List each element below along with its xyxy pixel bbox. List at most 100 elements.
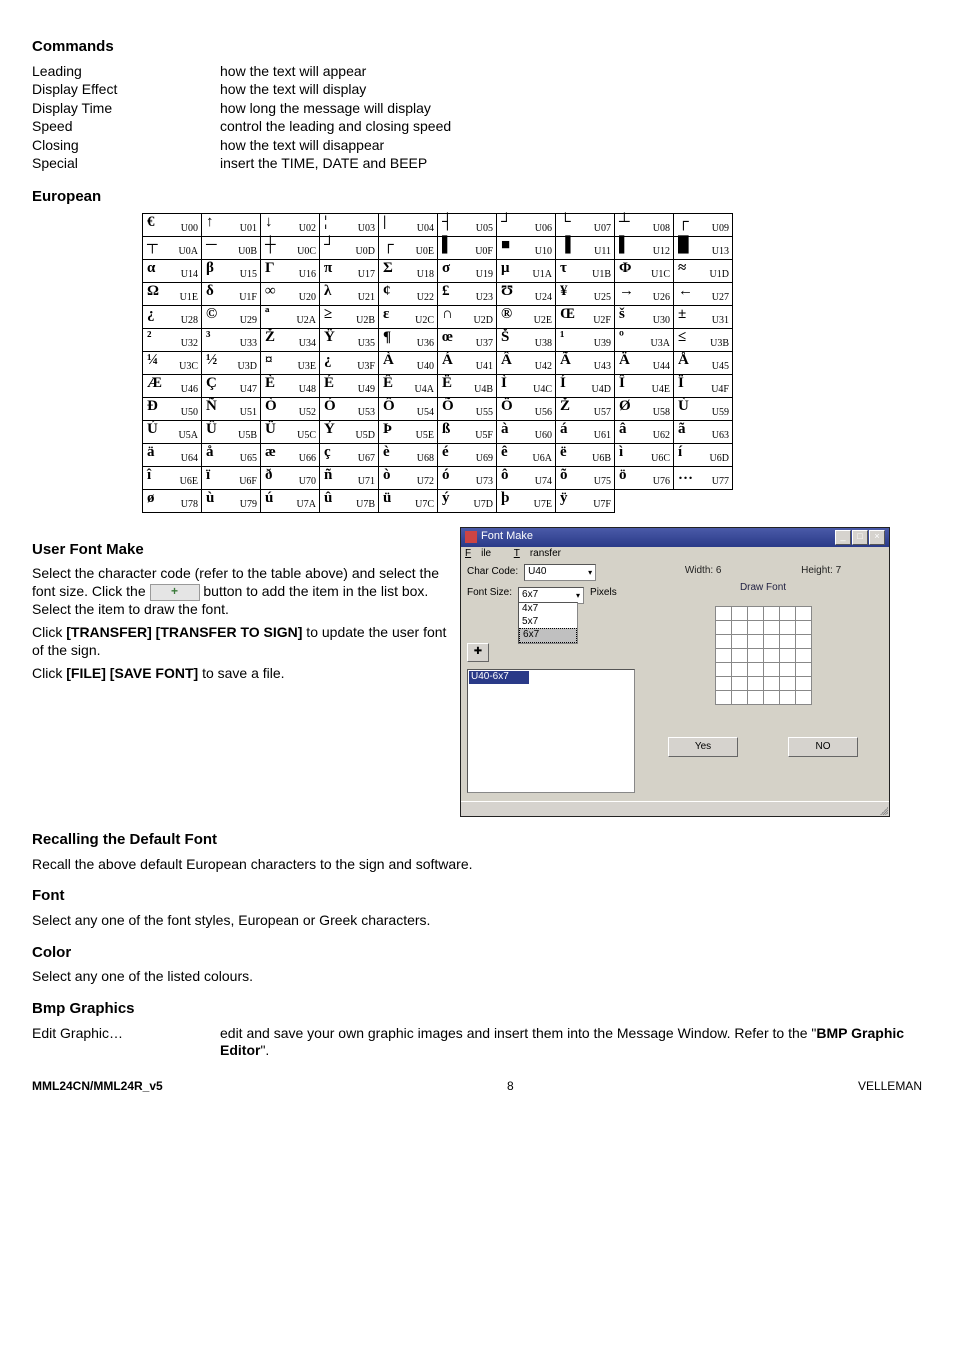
pixel-cell[interactable]	[715, 649, 731, 663]
char-cell: áU61	[556, 420, 615, 443]
char-cell: õU75	[556, 466, 615, 489]
pixel-cell[interactable]	[731, 663, 747, 677]
char-cell: äU64	[143, 443, 202, 466]
pixels-label: Pixels	[590, 587, 617, 600]
char-cell: ÚU5A	[143, 420, 202, 443]
char-cell: δU1F	[202, 282, 261, 305]
no-button[interactable]: NO	[788, 737, 858, 757]
char-cell: ÊU4A	[379, 374, 438, 397]
char-cell: ÛU5B	[202, 420, 261, 443]
char-cell: ÏU4F	[674, 374, 733, 397]
draw-font-label: Draw Font	[645, 582, 881, 595]
char-cell: ƱU24	[497, 282, 556, 305]
pixel-cell[interactable]	[747, 607, 763, 621]
char-cell: ≥U2B	[320, 305, 379, 328]
pixel-cell[interactable]	[779, 621, 795, 635]
char-cell: ±U31	[674, 305, 733, 328]
char-cell: ÜU5C	[261, 420, 320, 443]
char-cell: óU73	[438, 466, 497, 489]
char-cell: ŒU2F	[556, 305, 615, 328]
char-cell: ┘U0D	[320, 236, 379, 259]
char-cell: ≈U1D	[674, 259, 733, 282]
pixel-grid[interactable]	[715, 606, 812, 705]
pixel-cell[interactable]	[731, 691, 747, 705]
pixel-cell[interactable]	[795, 649, 811, 663]
char-cell: ÿU7F	[556, 489, 615, 512]
pixel-cell[interactable]	[795, 691, 811, 705]
pixel-cell[interactable]	[747, 663, 763, 677]
pixel-cell[interactable]	[779, 691, 795, 705]
char-cell: çU67	[320, 443, 379, 466]
pixel-cell[interactable]	[731, 649, 747, 663]
pixel-cell[interactable]	[715, 635, 731, 649]
pixel-cell[interactable]	[747, 621, 763, 635]
char-cell: ÌU4C	[497, 374, 556, 397]
pixel-cell[interactable]	[715, 663, 731, 677]
items-listbox[interactable]: U40-6x7	[467, 669, 635, 793]
yes-button[interactable]: Yes	[668, 737, 738, 757]
pixel-cell[interactable]	[715, 621, 731, 635]
close-button[interactable]: ×	[869, 530, 885, 545]
pixel-cell[interactable]	[795, 663, 811, 677]
pixel-cell[interactable]	[795, 621, 811, 635]
char-cell: ΩU1E	[143, 282, 202, 305]
list-item[interactable]: U40-6x7	[469, 671, 529, 684]
heading-font: Font	[32, 887, 922, 906]
pixel-cell[interactable]	[763, 635, 779, 649]
maximize-button[interactable]: □	[852, 530, 868, 545]
footer-right: VELLEMAN	[858, 1079, 922, 1094]
pixel-cell[interactable]	[779, 649, 795, 663]
pixel-cell[interactable]	[731, 635, 747, 649]
pixel-cell[interactable]	[763, 607, 779, 621]
pixel-cell[interactable]	[763, 677, 779, 691]
char-cell: ®U2E	[497, 305, 556, 328]
heading-bmp: Bmp Graphics	[32, 1000, 922, 1019]
pixel-cell[interactable]	[779, 635, 795, 649]
pixel-cell[interactable]	[763, 691, 779, 705]
userfont-p2: Click [TRANSFER] [TRANSFER TO SIGN] to u…	[32, 624, 452, 659]
commands-table: Leadinghow the text will appearDisplay E…	[32, 63, 459, 174]
char-cell: ←U27	[674, 282, 733, 305]
font-size-options[interactable]: 4x7 5x7 6x7	[518, 602, 578, 644]
pixel-cell[interactable]	[715, 607, 731, 621]
pixel-cell[interactable]	[747, 677, 763, 691]
pixel-cell[interactable]	[747, 635, 763, 649]
menu-file[interactable]: File	[465, 548, 501, 559]
pixel-cell[interactable]	[779, 607, 795, 621]
menubar: File Transfer	[461, 547, 889, 562]
char-cell: üU7C	[379, 489, 438, 512]
pixel-cell[interactable]	[779, 663, 795, 677]
pixel-cell[interactable]	[763, 621, 779, 635]
char-cell: ¼U3C	[143, 351, 202, 374]
color-text: Select any one of the listed colours.	[32, 968, 922, 986]
pixel-cell[interactable]	[795, 677, 811, 691]
pixel-cell[interactable]	[731, 607, 747, 621]
pixel-cell[interactable]	[795, 607, 811, 621]
pixel-cell[interactable]	[795, 635, 811, 649]
char-cell: ÙU59	[674, 397, 733, 420]
minimize-button[interactable]: _	[835, 530, 851, 545]
char-code-dropdown[interactable]: U40▾	[524, 564, 596, 581]
pixel-cell[interactable]	[715, 691, 731, 705]
char-cell: œU37	[438, 328, 497, 351]
add-button[interactable]: ✚	[467, 643, 489, 662]
char-cell: ÈU48	[261, 374, 320, 397]
pixel-cell[interactable]	[747, 649, 763, 663]
pixel-cell[interactable]	[731, 677, 747, 691]
pixel-cell[interactable]	[715, 677, 731, 691]
cmd-desc: how long the message will display	[220, 100, 459, 119]
pixel-cell[interactable]	[731, 621, 747, 635]
char-cell: ËU4B	[438, 374, 497, 397]
add-item-button[interactable]	[150, 584, 200, 601]
menu-transfer[interactable]: Transfer	[514, 548, 561, 559]
heading-userfont: User Font Make	[32, 541, 452, 560]
char-cell: ©U29	[202, 305, 261, 328]
pixel-cell[interactable]	[779, 677, 795, 691]
pixel-cell[interactable]	[763, 649, 779, 663]
pixel-cell[interactable]	[763, 663, 779, 677]
height-label: Height: 7	[801, 565, 841, 578]
char-cell: ëU6B	[556, 443, 615, 466]
char-cell: ºU3A	[615, 328, 674, 351]
pixel-cell[interactable]	[747, 691, 763, 705]
page-footer: MML24CN/MML24R_v5 8 VELLEMAN	[32, 1079, 922, 1094]
